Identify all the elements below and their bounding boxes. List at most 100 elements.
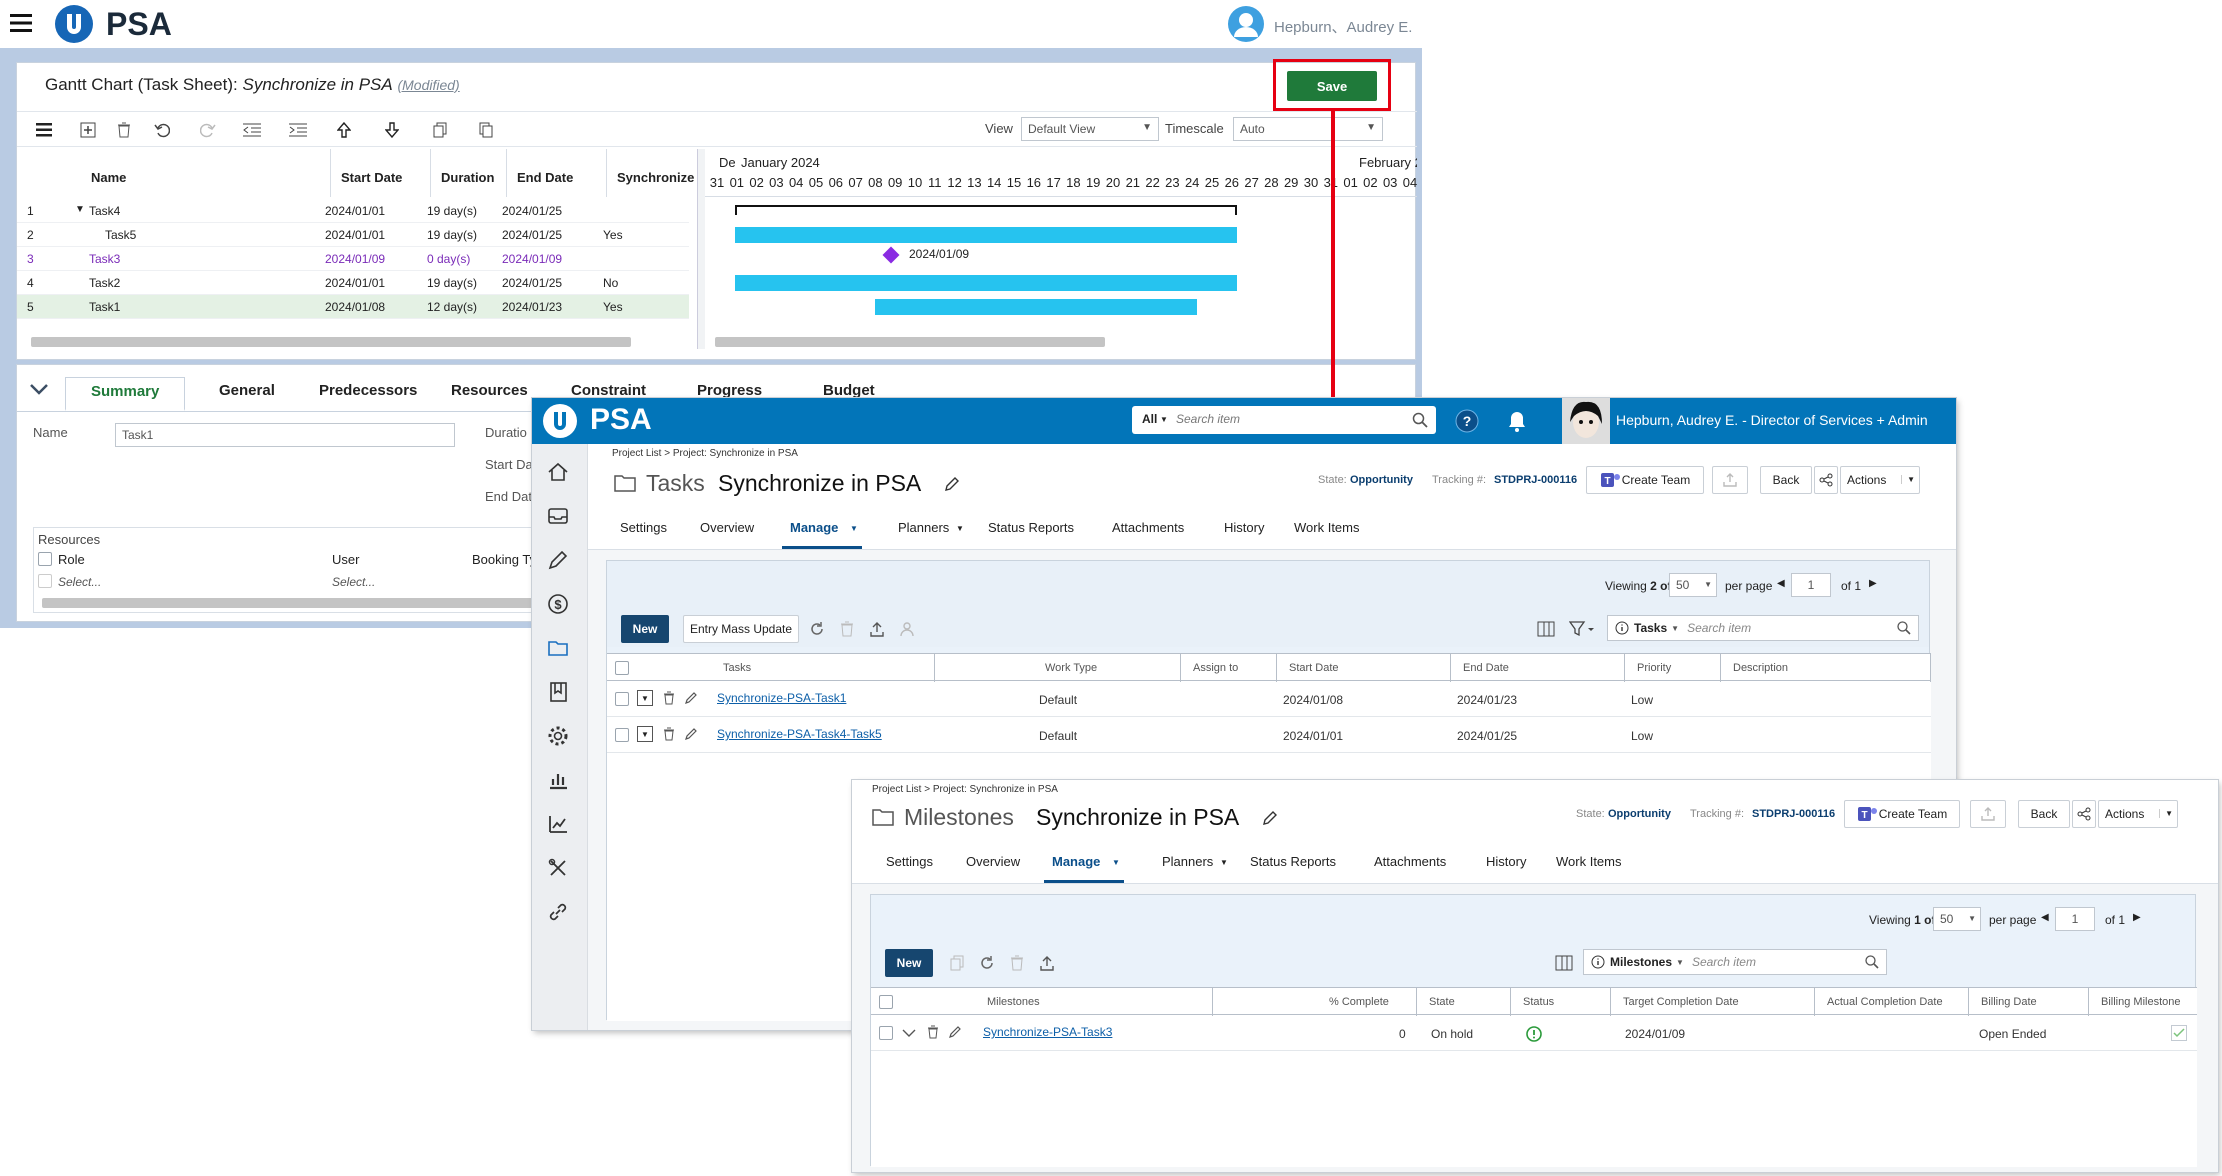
filter-search-icon[interactable]	[1864, 954, 1880, 970]
resources-select-all-checkbox[interactable]	[38, 552, 52, 566]
inbox-icon[interactable]	[546, 504, 574, 532]
row-expand-chevron-icon[interactable]	[901, 1025, 917, 1041]
paste-icon[interactable]	[473, 117, 499, 143]
task-link[interactable]: Synchronize-PSA-Task1	[717, 691, 846, 705]
col-end-date[interactable]: End Date	[507, 149, 607, 197]
columns-icon[interactable]	[1535, 619, 1557, 639]
next-page-icon[interactable]: ▶	[1869, 578, 1877, 589]
col-work-type[interactable]: Work Type	[1037, 654, 1181, 682]
tab-budget[interactable]: Budget	[823, 382, 875, 399]
row-expand-dropdown-icon[interactable]: ▼	[637, 690, 653, 706]
col-start-date[interactable]: Start Date	[331, 149, 431, 197]
milestone-link[interactable]: Synchronize-PSA-Task3	[983, 1025, 1112, 1039]
actions-button[interactable]: Actions ▼	[2098, 800, 2178, 828]
breadcrumb[interactable]: Project List > Project: Synchronize in P…	[872, 784, 1058, 795]
task-link[interactable]: Synchronize-PSA-Task4-Task5	[717, 727, 882, 741]
col-description[interactable]: Description	[1725, 654, 1931, 682]
tab-work-items[interactable]: Work Items	[1556, 854, 1622, 869]
filter-scope-dropdown-icon[interactable]: ▼	[1671, 624, 1679, 633]
hamburger-menu-icon[interactable]	[8, 10, 34, 36]
col-duration[interactable]: Duration	[431, 149, 507, 197]
pencil-icon[interactable]	[546, 548, 574, 576]
home-icon[interactable]	[546, 460, 574, 488]
breadcrumb[interactable]: Project List > Project: Synchronize in P…	[612, 448, 798, 459]
copy-icon[interactable]	[427, 117, 453, 143]
bar-chart-icon[interactable]	[546, 768, 574, 796]
milestone-task3-icon[interactable]	[882, 246, 900, 264]
search-scope[interactable]: All	[1142, 412, 1157, 426]
tab-history[interactable]: History	[1486, 854, 1526, 869]
select-all-checkbox[interactable]	[615, 661, 629, 675]
tab-planners[interactable]: Planners	[898, 520, 949, 535]
bar-task5[interactable]	[735, 227, 1237, 243]
upload-icon[interactable]	[1037, 953, 1057, 973]
row-delete-icon[interactable]	[661, 726, 677, 742]
refresh-icon[interactable]	[977, 953, 997, 973]
row-checkbox[interactable]	[615, 728, 629, 742]
col-milestones[interactable]: Milestones	[979, 988, 1213, 1016]
dollar-icon[interactable]: $	[546, 592, 574, 620]
help-icon[interactable]: ?	[1454, 408, 1480, 434]
filter-search-input[interactable]: Search item	[1692, 955, 1756, 969]
actions-button[interactable]: Actions ▼	[1840, 466, 1920, 494]
outdent-icon[interactable]	[239, 117, 265, 143]
filter-search-input[interactable]: Search item	[1687, 621, 1751, 635]
tab-history[interactable]: History	[1224, 520, 1264, 535]
collapse-triangle-icon[interactable]: ▼	[75, 204, 85, 215]
col-actual-completion-date[interactable]: Actual Completion Date	[1819, 988, 1969, 1016]
role-select[interactable]: Select...	[58, 575, 101, 589]
link-icon[interactable]	[546, 900, 574, 928]
gantt-row-5[interactable]: 5 Task1 2024/01/08 12 day(s) 2024/01/23 …	[17, 295, 689, 319]
tab-constraint[interactable]: Constraint	[571, 382, 646, 399]
gantt-row-2[interactable]: 2 Task5 2024/01/01 19 day(s) 2024/01/25 …	[17, 223, 689, 247]
user-title[interactable]: Hepburn, Audrey E. - Director of Service…	[1616, 412, 1928, 428]
new-button[interactable]: New	[885, 949, 933, 977]
entry-mass-update-button[interactable]: Entry Mass Update	[683, 615, 799, 643]
share-button[interactable]	[2072, 800, 2096, 828]
refresh-icon[interactable]	[807, 619, 827, 639]
tools-icon[interactable]	[546, 856, 574, 884]
row-checkbox[interactable]	[879, 1026, 893, 1040]
move-down-icon[interactable]	[379, 117, 405, 143]
tab-progress[interactable]: Progress	[697, 382, 762, 399]
table-row[interactable]: Synchronize-PSA-Task3 0 On hold 2024/01/…	[871, 1015, 2197, 1051]
back-button[interactable]: Back	[2018, 800, 2070, 828]
tab-attachments[interactable]: Attachments	[1112, 520, 1184, 535]
tab-predecessors[interactable]: Predecessors	[319, 382, 417, 399]
planners-dropdown-icon[interactable]: ▼	[956, 524, 964, 533]
timeline-scrollbar[interactable]	[715, 337, 1105, 347]
row-delete-icon[interactable]	[925, 1024, 941, 1040]
edit-title-pencil-icon[interactable]	[942, 474, 962, 494]
edit-title-pencil-icon[interactable]	[1260, 808, 1280, 828]
gantt-row-1[interactable]: 1 ▼ Task4 2024/01/01 19 day(s) 2024/01/2…	[17, 199, 689, 223]
redo-icon[interactable]	[195, 117, 221, 143]
resources-scrollbar[interactable]	[42, 598, 542, 608]
global-search-input[interactable]: Search item	[1176, 412, 1240, 426]
row-edit-pencil-icon[interactable]	[683, 690, 699, 706]
tab-resources[interactable]: Resources	[451, 382, 528, 399]
manage-dropdown-icon[interactable]: ▼	[850, 524, 858, 533]
summary-bar-task4[interactable]	[735, 205, 1237, 215]
splitter-handle[interactable]	[697, 149, 705, 349]
col-synchronize[interactable]: Synchronize v	[607, 149, 699, 197]
notification-bell-icon[interactable]	[1504, 408, 1530, 434]
manage-dropdown-icon[interactable]: ▼	[1112, 858, 1120, 867]
select-all-checkbox[interactable]	[879, 995, 893, 1009]
tab-attachments[interactable]: Attachments	[1374, 854, 1446, 869]
grid-scrollbar[interactable]	[31, 337, 631, 347]
scope-dropdown-icon[interactable]: ▼	[1160, 415, 1168, 424]
assign-user-icon[interactable]	[897, 619, 917, 639]
gantt-row-4[interactable]: 4 Task2 2024/01/01 19 day(s) 2024/01/25 …	[17, 271, 689, 295]
tab-planners[interactable]: Planners	[1162, 854, 1213, 869]
per-page-select[interactable]: 50 ▼	[1933, 907, 1981, 931]
tab-overview[interactable]: Overview	[966, 854, 1020, 869]
col-percent-complete[interactable]: % Complete	[1321, 988, 1417, 1016]
bar-task1[interactable]	[875, 299, 1197, 315]
col-start-date[interactable]: Start Date	[1281, 654, 1451, 682]
export-button[interactable]	[1970, 800, 2006, 828]
name-input[interactable]: Task1	[115, 423, 455, 447]
table-row[interactable]: ▼ Synchronize-PSA-Task1 Default 2024/01/…	[607, 681, 1931, 717]
tab-status-reports[interactable]: Status Reports	[988, 520, 1074, 535]
tab-manage[interactable]: Manage	[790, 520, 838, 535]
columns-icon[interactable]	[1553, 953, 1575, 973]
